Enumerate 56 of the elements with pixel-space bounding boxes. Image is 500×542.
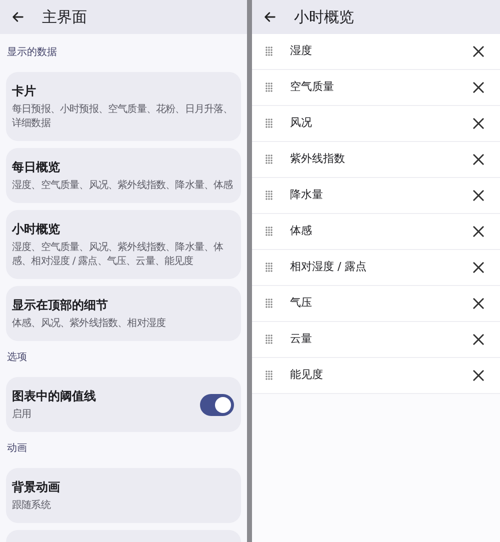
drag-handle-icon[interactable] — [265, 82, 273, 93]
card-title: 背景动画 — [12, 479, 61, 496]
settings-card[interactable]: 每日概览 湿度、空气质量、风况、紫外线指数、降水量、体感 — [6, 148, 241, 203]
list-item-label: 能见度 — [290, 367, 324, 384]
card-title: 卡片 — [12, 83, 37, 100]
settings-card[interactable]: 背景动画 跟随系统 — [6, 468, 241, 523]
list-item-label: 体感 — [290, 223, 313, 240]
drag-handle-icon[interactable] — [265, 298, 273, 309]
remove-button[interactable] — [471, 224, 485, 238]
card-title: 每日概览 — [12, 159, 61, 176]
remove-button[interactable] — [471, 80, 485, 94]
remove-button[interactable] — [471, 116, 485, 130]
drag-handle-icon[interactable] — [265, 118, 273, 129]
card-subtitle: 湿度、空气质量、风况、紫外线指数、降水量、体感、相对湿度 / 露点、气压、云量、能见度 — [12, 241, 224, 269]
list-item-label: 气压 — [290, 295, 313, 312]
section-header: 显示的数据 — [6, 46, 58, 60]
card-subtitle: 跟随系统 — [12, 499, 52, 513]
page-title: 小时概览 — [294, 6, 354, 28]
remove-button[interactable] — [471, 332, 485, 346]
drag-handle-icon[interactable] — [265, 46, 273, 57]
card-subtitle: 湿度、空气质量、风况、紫外线指数、降水量、体感 — [12, 179, 234, 193]
drag-handle-icon[interactable] — [265, 226, 273, 237]
section-header: 选项 — [6, 350, 28, 365]
card-subtitle: 每日预报、小时预报、空气质量、花粉、日月升落、详细数据 — [12, 103, 234, 131]
list-item-label: 湿度 — [290, 43, 313, 60]
list-item-label: 空气质量 — [290, 79, 335, 96]
card-title: 小时概览 — [12, 221, 61, 238]
drag-handle-icon[interactable] — [265, 190, 273, 201]
settings-card[interactable]: 卡片 每日预报、小时预报、空气质量、花粉、日月升落、详细数据 — [6, 72, 241, 141]
page-title: 主界面 — [42, 6, 87, 28]
list-item-label: 紫外线指数 — [290, 151, 346, 168]
card-title: 图表中的阈值线 — [12, 388, 97, 405]
list-item-label: 云量 — [290, 331, 313, 348]
back-button[interactable] — [262, 9, 278, 25]
remove-button[interactable] — [471, 44, 485, 58]
toggle-switch[interactable] — [200, 394, 234, 416]
section-header: 动画 — [6, 442, 28, 456]
back-button[interactable] — [10, 9, 26, 25]
drag-handle-icon[interactable] — [265, 262, 273, 273]
remove-button[interactable] — [471, 152, 485, 166]
settings-card[interactable]: 小时概览 湿度、空气质量、风况、紫外线指数、降水量、体感、相对湿度 / 露点、气压、云量、能见度 — [6, 210, 241, 279]
list-item-label: 降水量 — [290, 187, 324, 204]
settings-card[interactable]: 图表中的阈值线 启用 — [6, 377, 241, 432]
list-item-label: 相对湿度 / 露点 — [290, 259, 368, 276]
drag-handle-icon[interactable] — [265, 154, 273, 165]
remove-button[interactable] — [471, 260, 485, 274]
drag-handle-icon[interactable] — [265, 334, 273, 345]
remove-button[interactable] — [471, 296, 485, 310]
list-item-label: 风况 — [290, 115, 313, 132]
card-subtitle: 启用 — [12, 408, 32, 422]
card-title: 显示在顶部的细节 — [12, 297, 109, 314]
drag-handle-icon[interactable] — [265, 370, 273, 381]
settings-card[interactable]: 显示在顶部的细节 体感、风况、紫外线指数、相对湿度 — [6, 286, 241, 341]
card-subtitle: 体感、风况、紫外线指数、相对湿度 — [12, 317, 167, 331]
remove-button[interactable] — [471, 188, 485, 202]
remove-button[interactable] — [471, 368, 485, 382]
